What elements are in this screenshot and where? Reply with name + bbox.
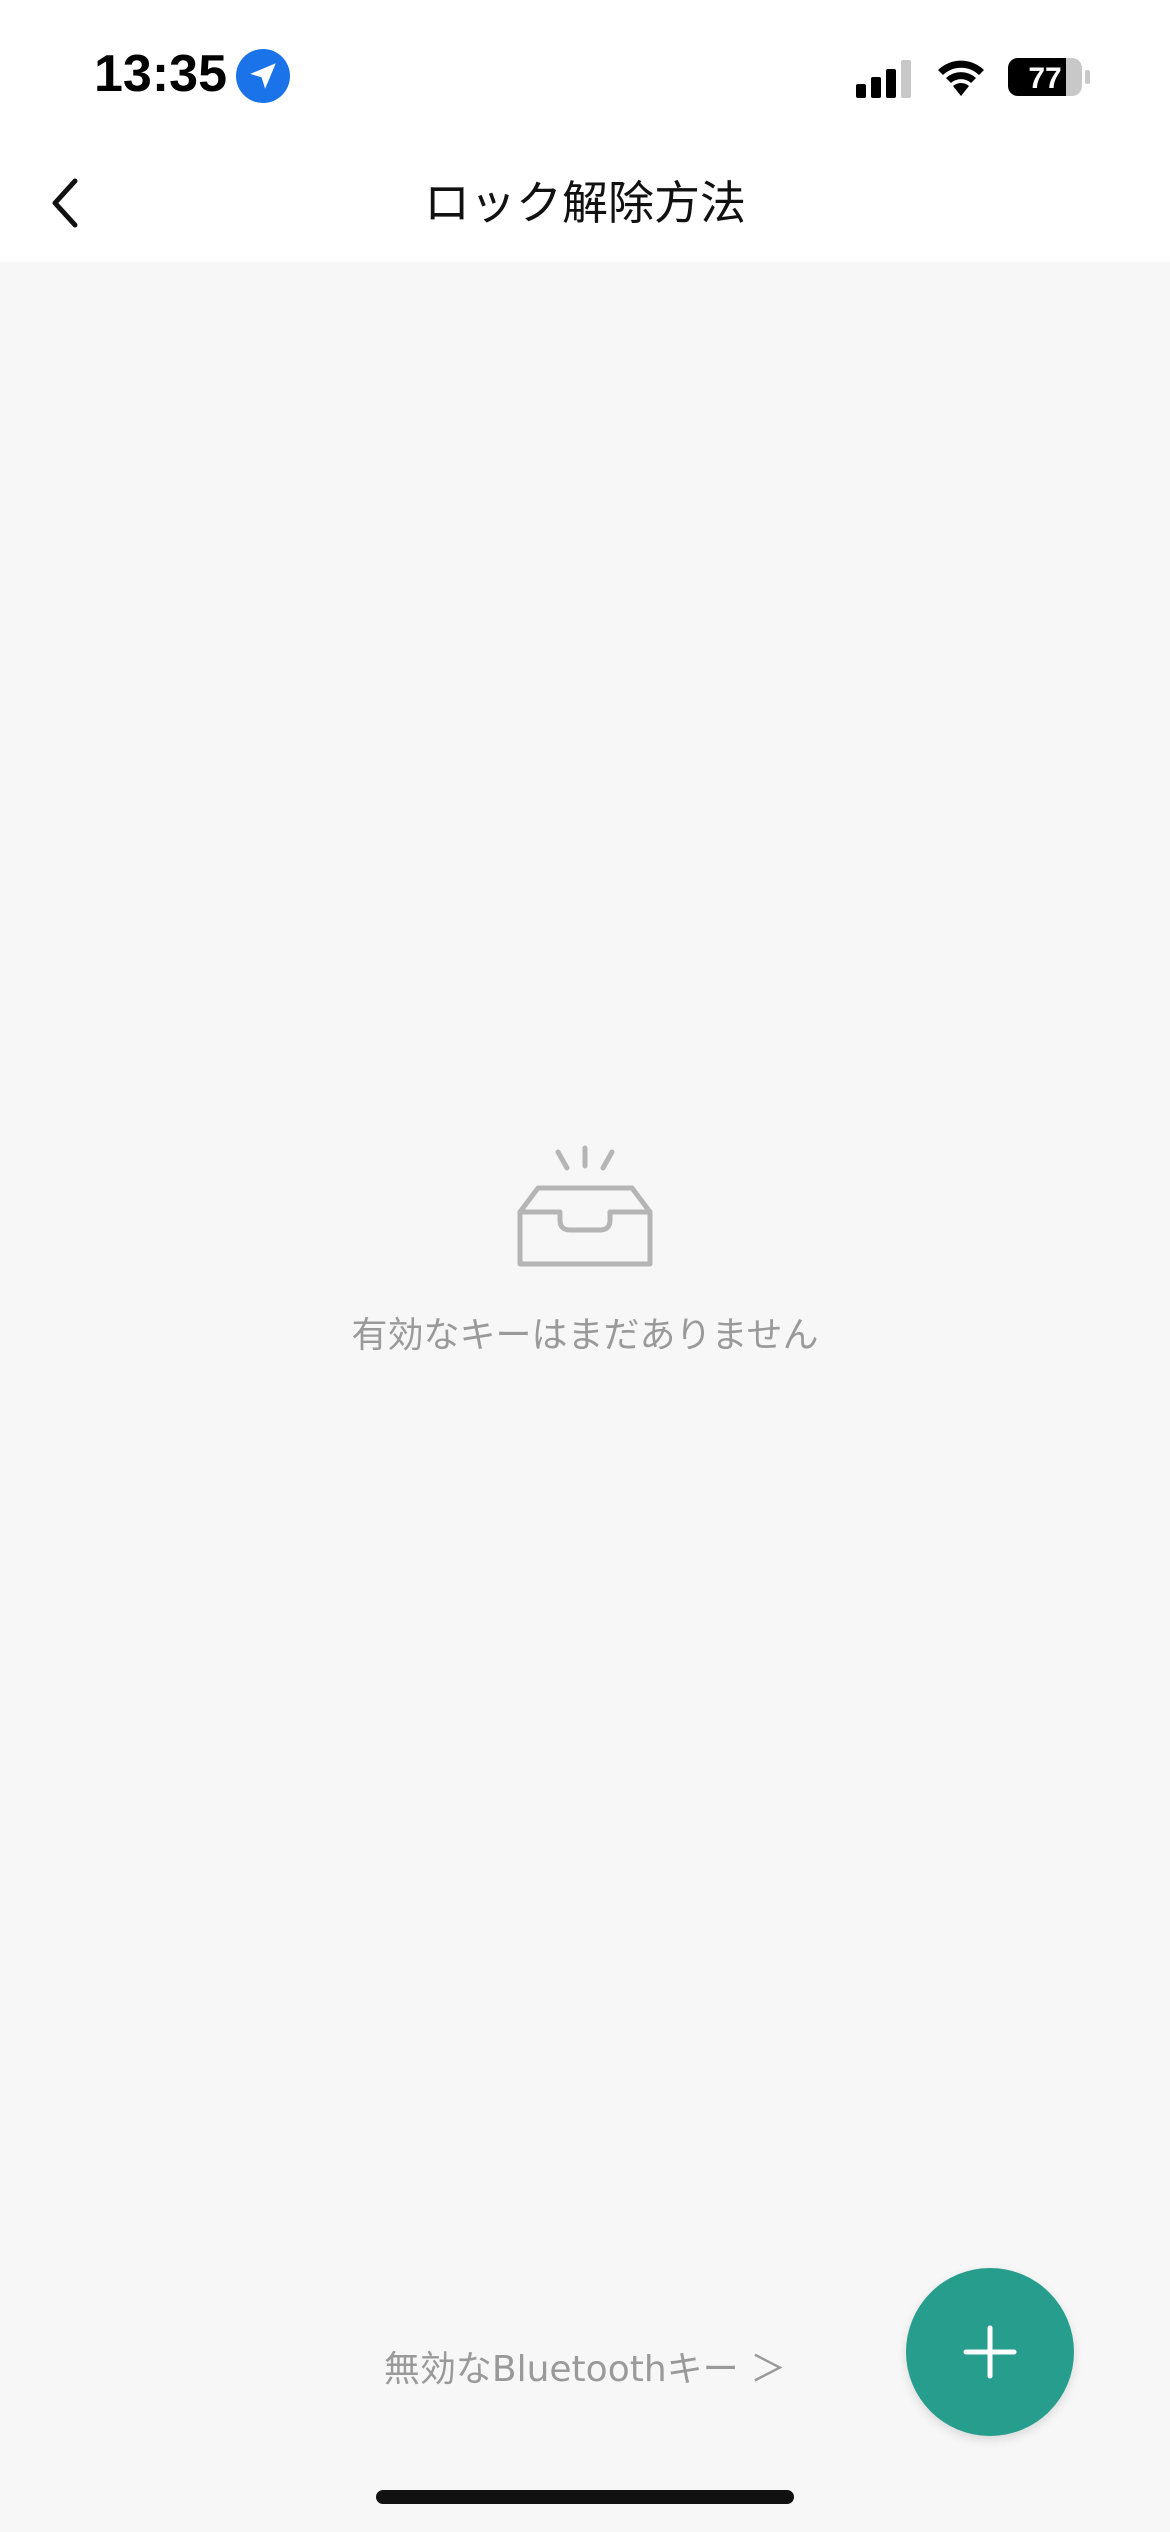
home-indicator — [376, 2490, 794, 2504]
empty-inbox-icon — [517, 1145, 653, 1267]
wifi-icon — [934, 56, 988, 98]
battery-icon: 77 — [1008, 56, 1092, 98]
battery-level: 77 — [1028, 62, 1061, 95]
navigation-header: ロック解除方法 — [0, 150, 1170, 262]
location-arrow-icon — [236, 49, 290, 103]
empty-state-message: 有効なキーはまだありません — [351, 1315, 819, 1356]
status-bar: 13:35 77 — [0, 0, 1170, 150]
plus-icon — [963, 2325, 1017, 2379]
back-button[interactable] — [30, 168, 100, 238]
chevron-left-icon — [52, 178, 78, 228]
empty-state: 有効なキーはまだありません — [0, 1140, 1170, 1358]
add-key-button[interactable] — [906, 2268, 1074, 2436]
cellular-signal-icon — [856, 60, 914, 98]
page-title: ロック解除方法 — [424, 176, 746, 230]
status-time: 13:35 — [94, 45, 227, 103]
